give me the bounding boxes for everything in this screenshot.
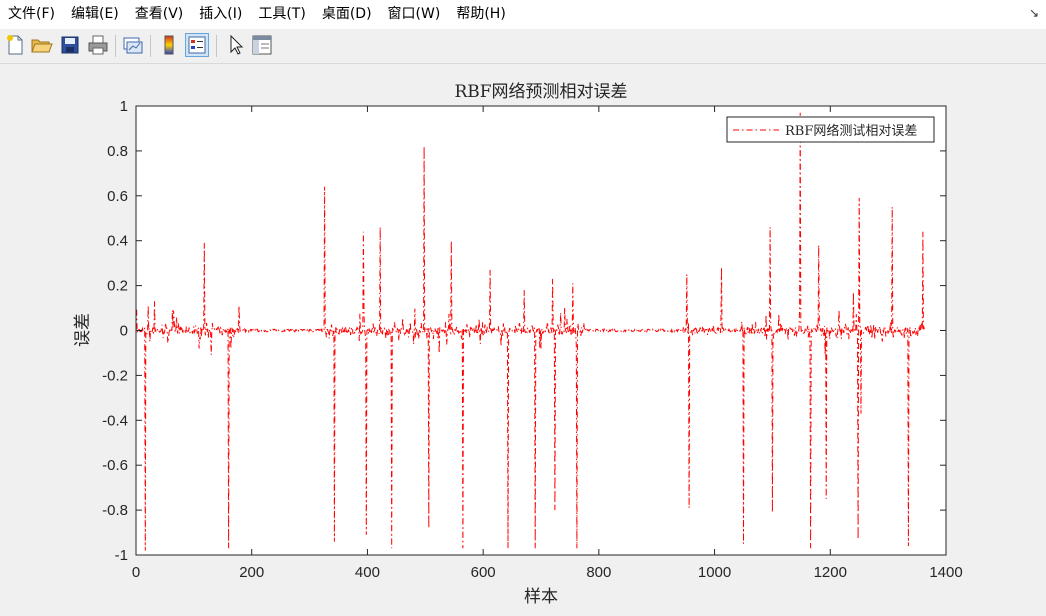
x-tick-label: 800 <box>586 564 611 581</box>
open-file-icon[interactable] <box>29 33 53 57</box>
menu-insert[interactable]: 插入(I) <box>191 0 250 29</box>
menu-help[interactable]: 帮助(H) <box>448 0 513 29</box>
y-tick-label: 1 <box>120 98 128 115</box>
toolbar <box>0 29 1046 64</box>
y-tick-label: -0.8 <box>102 502 128 519</box>
x-tick-label: 1400 <box>929 564 962 581</box>
new-figure-icon[interactable] <box>3 33 27 57</box>
menu-tools[interactable]: 工具(T) <box>250 0 313 29</box>
menu-desktop[interactable]: 桌面(D) <box>314 0 380 29</box>
colorbar-icon[interactable] <box>157 33 181 57</box>
x-tick-label: 600 <box>471 564 496 581</box>
x-tick-label: 1200 <box>814 564 847 581</box>
save-icon[interactable] <box>58 33 82 57</box>
menu-edit[interactable]: 编辑(E) <box>63 0 127 29</box>
legend-label: RBF网络测试相对误差 <box>785 123 917 139</box>
menu-view[interactable]: 查看(V) <box>127 0 192 29</box>
y-tick-label: 0.2 <box>107 278 128 295</box>
y-axis-label: 误差 <box>73 313 93 347</box>
x-tick-label: 200 <box>239 564 264 581</box>
menu-bar: 文件(F) 编辑(E) 查看(V) 插入(I) 工具(T) 桌面(D) 窗口(W… <box>0 0 1046 29</box>
print-icon[interactable] <box>86 33 110 57</box>
y-tick-label: -1 <box>115 547 128 564</box>
x-tick-label: 1000 <box>698 564 731 581</box>
y-tick-label: 0.4 <box>107 233 128 250</box>
undock-arrow-icon[interactable]: ↘ <box>1028 6 1040 20</box>
toolbar-separator <box>216 35 217 57</box>
toolbar-separator <box>150 35 151 57</box>
property-inspector-icon[interactable] <box>250 33 274 57</box>
y-tick-label: -0.4 <box>102 412 128 429</box>
legend[interactable]: RBF网络测试相对误差 <box>726 116 935 143</box>
toolbar-separator <box>115 35 116 57</box>
x-axis-label: 样本 <box>524 587 558 607</box>
menu-window[interactable]: 窗口(W) <box>380 0 449 29</box>
y-tick-label: 0.8 <box>107 143 128 160</box>
legend-icon[interactable] <box>185 33 209 57</box>
menu-file[interactable]: 文件(F) <box>0 0 63 29</box>
x-tick-label: 0 <box>132 564 140 581</box>
chart-title: RBF网络预测相对误差 <box>454 82 627 102</box>
line-chart: 0 200 400 600 800 1000 1200 1400 -1 -0.8 -0.6 -0.4 -… <box>73 82 963 607</box>
y-tick-label: 0 <box>120 323 128 340</box>
y-tick-label: 0.6 <box>107 188 128 205</box>
link-plot-icon[interactable] <box>121 33 145 57</box>
y-tick-label: -0.6 <box>102 457 128 474</box>
figure-area: 0 200 400 600 800 1000 1200 1400 -1 -0.8 -0.6 -0.4 -… <box>0 64 1046 616</box>
pointer-icon[interactable] <box>224 33 248 57</box>
x-tick-label: 400 <box>355 564 380 581</box>
y-tick-label: -0.2 <box>102 367 128 384</box>
